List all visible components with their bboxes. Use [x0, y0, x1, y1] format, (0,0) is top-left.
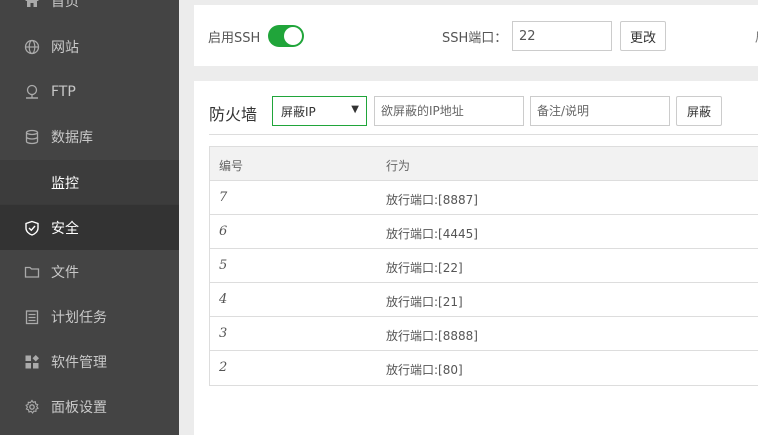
- gear-icon: [23, 398, 41, 416]
- table-row[interactable]: 3 放行端口:[8888]: [210, 317, 758, 351]
- sidebar-item-label: FTP: [51, 83, 76, 100]
- sidebar-item-label: 数据库: [51, 129, 93, 146]
- shield-icon: [23, 219, 41, 237]
- sidebar-item-home[interactable]: 首页: [0, 0, 179, 23]
- calendar-icon: [23, 308, 41, 326]
- ssh-enable-label: 启用SSH: [208, 31, 261, 46]
- table-row[interactable]: 4 放行端口:[21]: [210, 283, 758, 317]
- sidebar: 首页 网站 FTP 数据库 监控 安全 文件 计划任务 软件管理 面板设置: [0, 0, 179, 435]
- row-id: 7: [219, 190, 228, 205]
- apps-icon: [23, 353, 41, 371]
- sidebar-item-database[interactable]: 数据库: [0, 114, 179, 159]
- select-value: 屏蔽IP: [281, 104, 316, 119]
- ssh-toggle[interactable]: [268, 25, 304, 47]
- sidebar-item-label: 计划任务: [51, 309, 107, 326]
- sidebar-item-cron[interactable]: 计划任务: [0, 294, 179, 339]
- block-button[interactable]: 屏蔽: [676, 96, 722, 126]
- row-action: 放行端口:[80]: [386, 363, 463, 377]
- row-action: 放行端口:[8888]: [386, 329, 478, 343]
- ssh-panel: 启用SSH SSH端口： 更改 局: [194, 5, 758, 66]
- sidebar-item-label: 网站: [51, 39, 79, 56]
- table-row[interactable]: 5 放行端口:[22]: [210, 249, 758, 283]
- divider: [209, 134, 758, 135]
- ssh-port-label: SSH端口：: [442, 31, 508, 46]
- column-header-action: 行为: [386, 159, 411, 173]
- firewall-title: 防火墙: [209, 105, 258, 124]
- row-id: 5: [219, 258, 228, 273]
- row-id: 2: [219, 360, 228, 375]
- sidebar-item-label: 文件: [51, 264, 79, 281]
- table-row[interactable]: 2 放行端口:[80]: [210, 351, 758, 385]
- sidebar-item-label: 软件管理: [51, 354, 107, 371]
- table-row[interactable]: 6 放行端口:[4445]: [210, 215, 758, 249]
- row-id: 6: [219, 224, 228, 239]
- firewall-table: 编号 行为 7 放行端口:[8887] 6 放行端口:[4445] 5 放行端口…: [209, 146, 758, 386]
- row-id: 4: [219, 292, 228, 307]
- sidebar-item-website[interactable]: 网站: [0, 24, 179, 69]
- sidebar-item-files[interactable]: 文件: [0, 249, 179, 294]
- caret-down-icon: ▼: [351, 104, 359, 115]
- globe-icon: [23, 38, 41, 56]
- ip-address-input[interactable]: [374, 96, 524, 126]
- sidebar-item-label: 面板设置: [51, 399, 107, 416]
- table-header: 编号 行为: [210, 147, 758, 181]
- column-header-id: 编号: [219, 159, 244, 173]
- sidebar-item-label: 首页: [51, 0, 79, 10]
- row-action: 放行端口:[8887]: [386, 193, 478, 207]
- sidebar-item-software[interactable]: 软件管理: [0, 339, 179, 384]
- main-content: 启用SSH SSH端口： 更改 局 防火墙 屏蔽IP ▼ 屏蔽 编号 行为 7 …: [179, 0, 758, 435]
- database-icon: [23, 128, 41, 146]
- folder-icon: [23, 263, 41, 281]
- change-port-button[interactable]: 更改: [620, 21, 666, 51]
- row-id: 3: [219, 326, 228, 341]
- home-icon: [23, 0, 41, 10]
- firewall-panel: 防火墙 屏蔽IP ▼ 屏蔽 编号 行为 7 放行端口:[8887] 6 放行端口…: [194, 81, 758, 435]
- row-action: 放行端口:[21]: [386, 295, 463, 309]
- rule-type-select[interactable]: 屏蔽IP ▼: [272, 96, 367, 126]
- note-input[interactable]: [530, 96, 670, 126]
- toggle-knob: [284, 27, 302, 45]
- sidebar-item-monitor[interactable]: 监控: [0, 160, 179, 205]
- row-action: 放行端口:[22]: [386, 261, 463, 275]
- sidebar-item-label: 安全: [51, 220, 79, 237]
- ssh-port-input[interactable]: [512, 21, 612, 51]
- row-action: 放行端口:[4445]: [386, 227, 478, 241]
- sidebar-item-label: 监控: [51, 175, 79, 192]
- table-row[interactable]: 7 放行端口:[8887]: [210, 181, 758, 215]
- sidebar-item-settings[interactable]: 面板设置: [0, 384, 179, 429]
- sidebar-item-ftp[interactable]: FTP: [0, 69, 179, 114]
- ftp-icon: [23, 83, 41, 101]
- sidebar-item-security[interactable]: 安全: [0, 205, 179, 250]
